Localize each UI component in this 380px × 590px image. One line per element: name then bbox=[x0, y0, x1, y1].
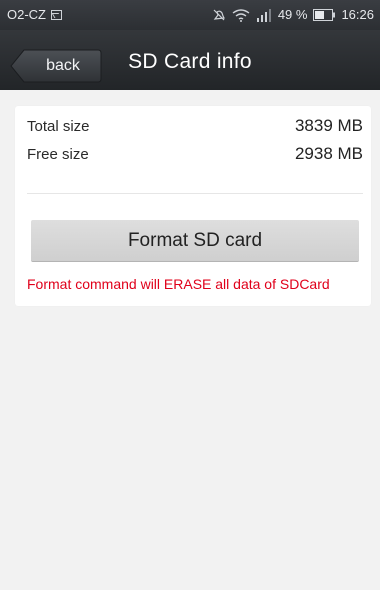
image-notification-icon bbox=[51, 9, 62, 20]
free-size-label: Free size bbox=[27, 146, 89, 163]
back-button[interactable]: back bbox=[10, 49, 102, 83]
format-warning-text: Format command will ERASE all data of SD… bbox=[27, 276, 330, 292]
status-bar: O2-CZ 49 % 16:26 bbox=[0, 0, 380, 30]
total-size-value: 3839 MB bbox=[294, 116, 363, 135]
clock: 16:26 bbox=[341, 7, 374, 22]
title-bar: SD Card info back bbox=[0, 30, 380, 90]
free-size-value: 2938 MB bbox=[294, 144, 363, 163]
wifi-icon bbox=[232, 8, 250, 22]
signal-icon bbox=[256, 8, 272, 22]
format-sd-card-button[interactable]: Format SD card bbox=[31, 220, 359, 262]
battery-percent: 49 % bbox=[277, 7, 308, 22]
carrier-label: O2-CZ bbox=[7, 7, 46, 22]
status-right: 49 % 16:26 bbox=[212, 7, 374, 22]
battery-icon bbox=[313, 8, 336, 21]
free-size-row: Free size 2938 MB bbox=[27, 144, 363, 170]
total-size-row: Total size 3839 MB bbox=[27, 116, 363, 142]
back-label: back bbox=[46, 57, 80, 74]
muted-icon bbox=[212, 8, 226, 22]
total-size-label: Total size bbox=[27, 118, 90, 135]
status-left: O2-CZ bbox=[7, 7, 62, 22]
divider bbox=[27, 193, 363, 194]
sd-card-info-panel: Total size 3839 MB Free size 2938 MB For… bbox=[15, 106, 371, 306]
